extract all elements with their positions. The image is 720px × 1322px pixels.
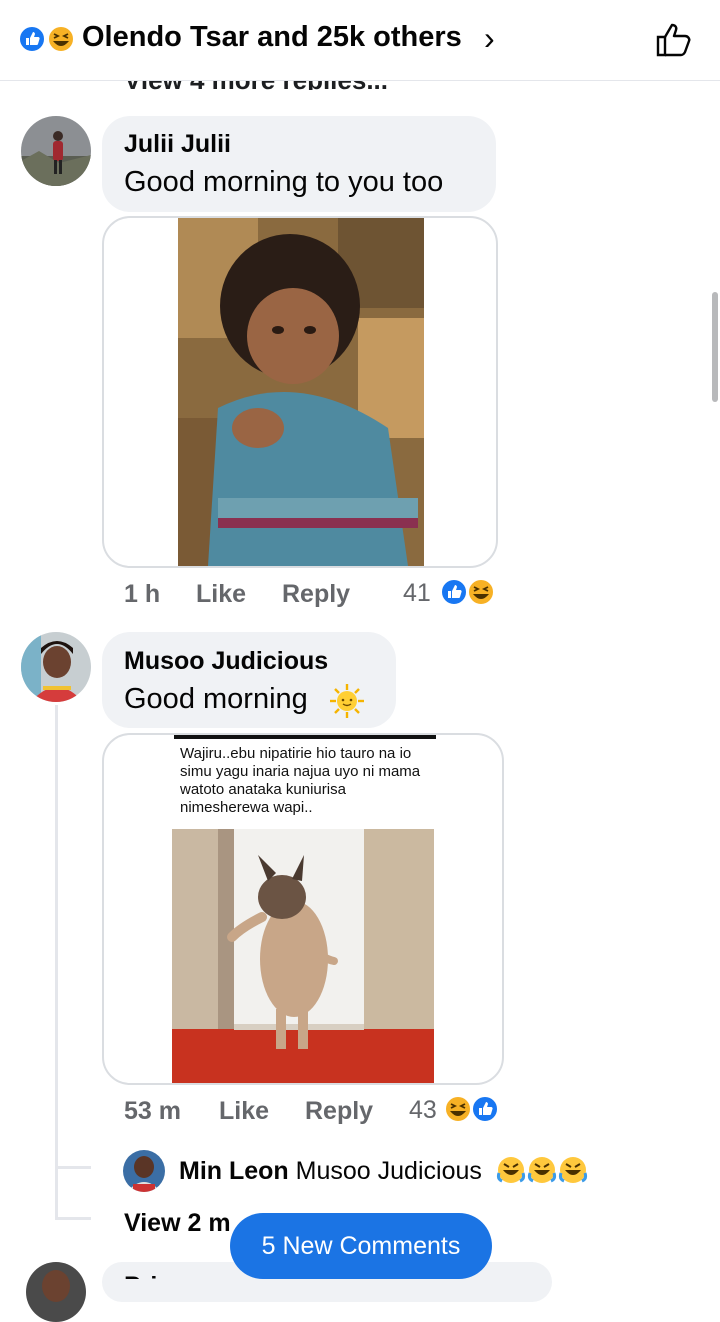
new-comments-label: 5 New Comments [261, 1231, 461, 1260]
laughing-emoji-icons [496, 1157, 588, 1183]
comment-time: 53 m [124, 1097, 181, 1125]
thread-line [55, 705, 58, 1217]
reaction-count[interactable]: 41 [403, 579, 431, 608]
comment-author[interactable]: Julii Julii [124, 130, 231, 159]
reply-button[interactable]: Reply [305, 1097, 373, 1126]
reply-line[interactable]: Min Leon Musoo Judicious [179, 1157, 482, 1186]
comment-photo[interactable] [102, 216, 498, 568]
avatar[interactable] [26, 1262, 86, 1322]
reaction-icons [18, 25, 75, 53]
reaction-icons[interactable] [444, 1094, 500, 1124]
meme-caption: Wajiru..ebu nipatirie hio tauro na io si… [180, 745, 421, 816]
like-icon[interactable] [654, 20, 694, 60]
reactions-summary[interactable]: Olendo Tsar and 25k others [82, 21, 462, 54]
reply-text[interactable]: Musoo Judicious [296, 1157, 482, 1185]
comment-author[interactable]: Pri... [124, 1272, 178, 1279]
reply-button[interactable]: Reply [282, 580, 350, 609]
child-photo [178, 218, 424, 566]
reactions-header[interactable]: Olendo Tsar and 25k others › [0, 0, 720, 81]
view-more-replies-link[interactable]: View 2 m [124, 1209, 231, 1238]
avatar[interactable] [123, 1150, 165, 1192]
scrollbar[interactable] [712, 292, 718, 402]
dog-photo [172, 829, 434, 1083]
comment-author[interactable]: Musoo Judicious [124, 647, 328, 676]
reply-author[interactable]: Min Leon [179, 1157, 289, 1185]
chevron-right-icon[interactable]: › [484, 20, 495, 57]
new-comments-button[interactable]: 5 New Comments [230, 1213, 492, 1279]
like-button[interactable]: Like [196, 580, 246, 609]
reaction-count[interactable]: 43 [409, 1096, 437, 1125]
comment-text: Good morning to you too [124, 166, 444, 198]
comment-photo[interactable]: Wajiru..ebu nipatirie hio tauro na io si… [102, 733, 504, 1085]
meme-top-border [174, 735, 436, 739]
thread-line [55, 1166, 91, 1169]
reaction-icons[interactable] [440, 577, 496, 607]
avatar[interactable] [21, 116, 91, 186]
sun-emoji-icon [330, 684, 364, 718]
comment-text: Good morning [124, 683, 308, 715]
like-button[interactable]: Like [219, 1097, 269, 1126]
avatar[interactable] [21, 632, 91, 702]
thread-line [55, 1217, 91, 1220]
comment-time: 1 h [124, 580, 161, 608]
